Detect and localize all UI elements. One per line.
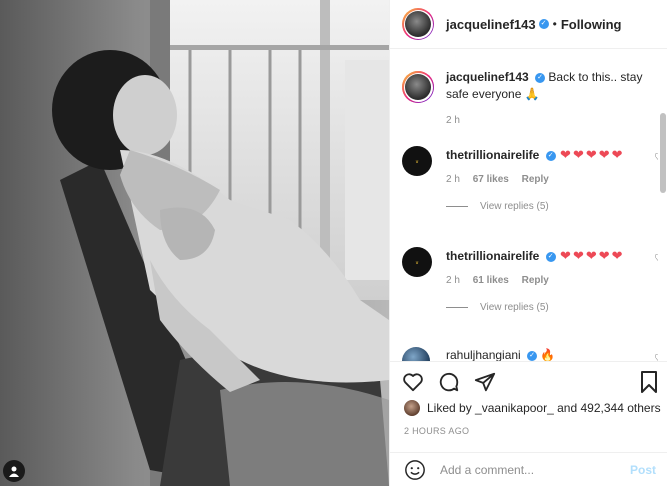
comment-text: 🔥 <box>540 348 556 361</box>
view-replies-label[interactable]: View replies (5) <box>480 201 549 212</box>
scrollbar-thumb[interactable] <box>660 113 666 193</box>
liked-by-user[interactable]: _vaanikapoor_ <box>475 401 554 415</box>
comment-likes[interactable]: 67 likes <box>473 174 509 185</box>
comment-likes[interactable]: 61 likes <box>473 275 509 286</box>
likes-summary: Liked by _vaanikapoor_ and 492,344 other… <box>390 400 667 416</box>
post-actions: Liked by _vaanikapoor_ and 492,344 other… <box>390 361 667 436</box>
comment-username[interactable]: thetrillionairelife <box>446 249 539 263</box>
bookmark-icon[interactable] <box>640 371 658 393</box>
header-username[interactable]: jacquelinef143 <box>446 17 536 32</box>
caption-username[interactable]: jacquelinef143 <box>446 70 529 84</box>
comments-list[interactable]: jacquelinef143 ✓ Back to this.. stay saf… <box>390 49 658 361</box>
comments-scrollbar[interactable] <box>660 53 666 358</box>
comment-item: ♛ thetrillionairelife ✓ ❤❤❤❤❤ ♡ 2 h 67 l… <box>402 146 658 212</box>
following-button[interactable]: Following <box>561 17 622 32</box>
comment-input[interactable] <box>438 461 622 478</box>
heart-outline-icon[interactable]: ♡ <box>654 352 658 361</box>
avatar[interactable] <box>402 8 434 40</box>
comment-username[interactable]: rahuljhangiani <box>446 348 521 361</box>
comment-text: ❤❤❤❤❤ <box>560 248 625 263</box>
post-timestamp: 2 HOURS AGO <box>404 426 470 436</box>
view-replies-button[interactable]: View replies (5) <box>446 201 652 212</box>
avatar[interactable] <box>402 71 434 103</box>
heart-outline-icon[interactable] <box>402 372 424 392</box>
caption-time: 2 h <box>446 115 460 126</box>
post-button[interactable]: Post <box>630 463 656 477</box>
post-photo[interactable] <box>0 0 389 486</box>
post-side-panel: jacquelinef143 ✓ • Following jacquelinef… <box>389 0 667 486</box>
comment-text: ❤❤❤❤❤ <box>560 147 625 162</box>
paper-plane-icon[interactable] <box>474 371 496 393</box>
caption: jacquelinef143 ✓ Back to this.. stay saf… <box>402 69 652 126</box>
replies-divider <box>446 307 468 308</box>
avatar[interactable]: ♛ <box>402 247 432 277</box>
liked-by-and: and <box>557 401 578 415</box>
view-replies-button[interactable]: View replies (5) <box>446 302 652 313</box>
post-header: jacquelinef143 ✓ • Following <box>390 0 667 49</box>
verified-badge-icon: ✓ <box>545 150 556 161</box>
verified-badge-icon: ✓ <box>535 72 546 83</box>
user-tag-icon[interactable] <box>3 460 25 482</box>
liked-by-others[interactable]: 492,344 others <box>581 401 661 415</box>
header-separator: • <box>552 17 557 31</box>
comment-username[interactable]: thetrillionairelife <box>446 148 539 162</box>
emoji-smiley-icon[interactable] <box>404 459 426 481</box>
comment-time: 2 h <box>446 174 460 185</box>
verified-badge-icon: ✓ <box>545 251 556 262</box>
view-replies-label[interactable]: View replies (5) <box>480 302 549 313</box>
comment-time: 2 h <box>446 275 460 286</box>
comment-bubble-icon[interactable] <box>438 371 460 393</box>
avatar[interactable]: ♛ <box>402 146 432 176</box>
comment-item: ♛ thetrillionairelife ✓ ❤❤❤❤❤ ♡ 2 h 61 l… <box>402 247 658 313</box>
avatar[interactable] <box>404 400 420 416</box>
verified-badge-icon: ✓ <box>527 350 538 361</box>
replies-divider <box>446 206 468 207</box>
comment-item: rahuljhangiani ✓ 🔥 ♡ <box>402 347 658 361</box>
liked-by-prefix: Liked by <box>427 401 472 415</box>
reply-button[interactable]: Reply <box>522 275 549 286</box>
heart-outline-icon[interactable]: ♡ <box>654 252 658 265</box>
reply-button[interactable]: Reply <box>522 174 549 185</box>
verified-badge-icon: ✓ <box>538 19 549 29</box>
heart-outline-icon[interactable]: ♡ <box>654 151 658 164</box>
avatar[interactable] <box>402 347 430 361</box>
add-comment-bar: Post <box>390 452 667 486</box>
